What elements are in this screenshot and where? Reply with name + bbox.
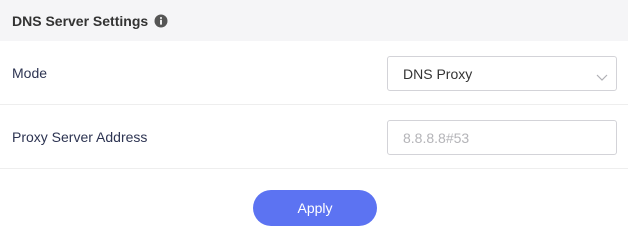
mode-select-value: DNS Proxy	[403, 65, 473, 82]
mode-label: Mode	[12, 65, 48, 81]
info-icon[interactable]	[154, 14, 168, 28]
proxy-server-address-input[interactable]	[387, 120, 617, 155]
proxy-server-label: Proxy Server Address	[12, 129, 148, 145]
apply-button[interactable]: Apply	[253, 190, 377, 226]
mode-row: Mode DNS Proxy	[0, 41, 628, 105]
dns-server-settings-panel: DNS Server Settings Mode DNS Proxy Proxy…	[0, 0, 628, 237]
chevron-down-icon	[596, 69, 608, 81]
mode-select[interactable]: DNS Proxy	[387, 56, 617, 91]
proxy-server-row: Proxy Server Address	[0, 105, 628, 169]
section-title: DNS Server Settings	[12, 12, 149, 29]
section-header: DNS Server Settings	[0, 0, 628, 41]
